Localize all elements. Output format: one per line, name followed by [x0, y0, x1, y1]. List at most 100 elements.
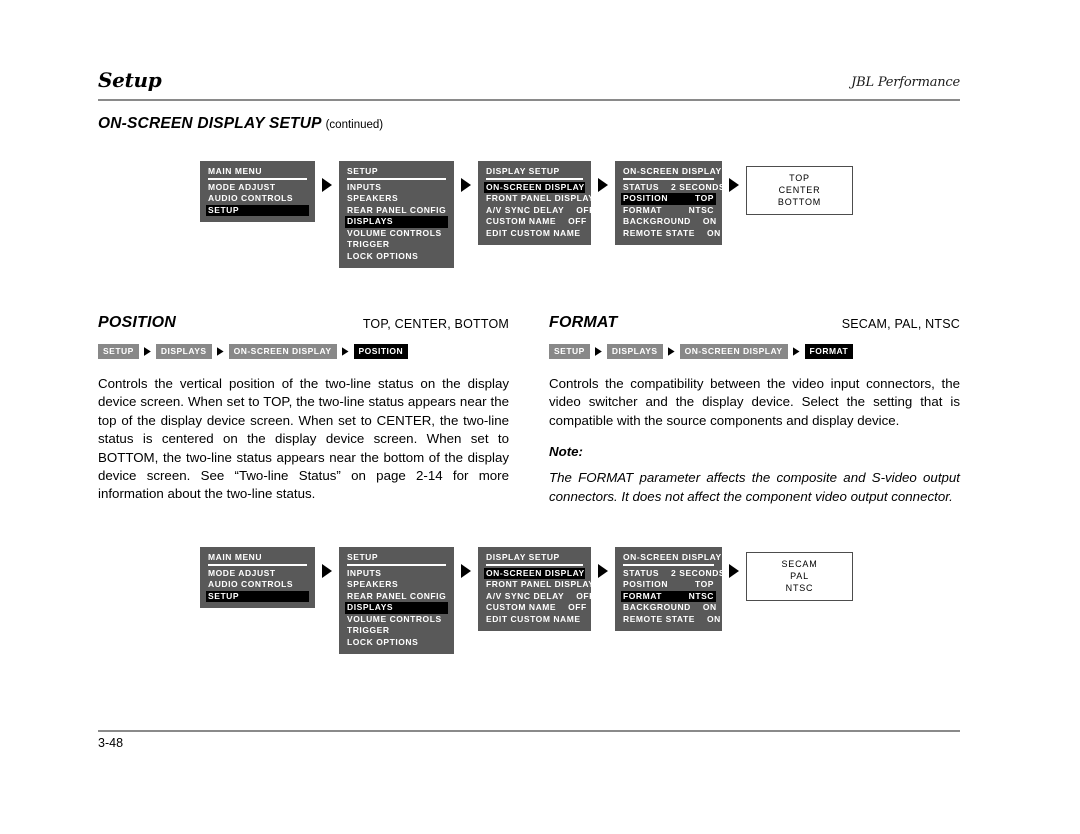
menu-row[interactable]: INPUTS	[345, 568, 448, 580]
menu-row-label: MODE ADJUST	[208, 567, 276, 578]
menu-row-selected[interactable]: FORMAT NTSC	[621, 590, 716, 602]
note-body: The FORMAT parameter affects the composi…	[549, 470, 960, 504]
menu-row[interactable]: REMOTE STATE ON	[621, 228, 720, 240]
menu-row-label: SPEAKERS	[347, 193, 399, 203]
menu-row[interactable]: REAR PANEL CONFIG	[345, 205, 448, 217]
menu-row[interactable]: TRIGGER	[345, 625, 448, 637]
menu-row[interactable]: STATUS 2 SECONDS	[621, 182, 725, 194]
menu-row[interactable]: LOCK OPTIONS	[345, 251, 448, 263]
menu-row[interactable]: VOLUME CONTROLS	[345, 614, 448, 626]
position-description: Controls the vertical position of the tw…	[98, 376, 509, 502]
breadcrumb-arrow-icon	[792, 347, 800, 356]
menu-row-selected[interactable]: DISPLAYS	[345, 216, 448, 228]
menu-row[interactable]: TRIGGER	[345, 239, 448, 251]
menu-title: DISPLAY SETUP	[486, 166, 560, 176]
menu-row-selected[interactable]: SETUP	[206, 590, 309, 602]
menu-row[interactable]: AUDIO CONTROLS	[206, 193, 309, 205]
menu-row[interactable]: LOCK OPTIONS	[345, 637, 448, 649]
format-description: Controls the compatibility between the v…	[549, 376, 960, 428]
menu-row-value: OFF	[568, 216, 587, 226]
flow-arrow-icon	[322, 178, 332, 192]
menu-row[interactable]: MODE ADJUST	[206, 182, 309, 194]
menu-row-label: LOCK OPTIONS	[347, 250, 419, 261]
parameter-name: POSITION	[98, 314, 177, 331]
menu-row[interactable]: A/V SYNC DELAY OFF	[484, 204, 594, 217]
menu-row-selected[interactable]: POSITION TOP	[621, 193, 716, 205]
menu-row[interactable]: AUDIO CONTROLS	[206, 579, 309, 591]
flow-arrow-icon	[461, 178, 471, 192]
position-options-box: TOP CENTER BOTTOM	[746, 166, 853, 215]
breadcrumb-item[interactable]: SETUP	[98, 344, 139, 359]
breadcrumb-item[interactable]: ON-SCREEN DISPLAY	[228, 344, 337, 359]
menu-row[interactable]: EDIT CUSTOM NAME	[484, 228, 585, 240]
menu-row[interactable]: INPUTS	[345, 182, 448, 194]
menu-row-label: FRONT PANEL DISPLAY	[486, 579, 595, 589]
breadcrumb-item[interactable]: DISPLAYS	[606, 344, 663, 359]
menu-row-label: INPUTS	[347, 181, 382, 192]
menu-row[interactable]: STATUS 2 SECONDS	[621, 567, 725, 580]
menu-row[interactable]: REAR PANEL CONFIG	[345, 591, 448, 603]
breadcrumb-item-current[interactable]: POSITION	[353, 344, 409, 359]
menu-row-label: BACKGROUND	[623, 216, 691, 226]
menu-row-label: EDIT CUSTOM NAME	[486, 227, 581, 238]
menu-title: MAIN MENU	[208, 166, 263, 176]
option-line: TOP	[789, 173, 810, 183]
header-divider	[98, 99, 960, 101]
menu-row[interactable]: FRONT PANEL DISPLAY	[484, 579, 594, 591]
breadcrumb-arrow-icon	[667, 347, 675, 356]
menu-setup: SETUP INPUTS SPEAKERS REAR PANEL CONFIG …	[339, 547, 454, 654]
section-heading-text: ON-SCREEN DISPLAY SETUP	[98, 115, 322, 132]
menu-title-divider	[623, 178, 714, 180]
page-number: 3-48	[98, 736, 124, 750]
breadcrumb-item[interactable]: ON-SCREEN DISPLAY	[679, 344, 788, 359]
menu-row-value: ON	[702, 602, 717, 612]
menu-setup: SETUP INPUTS SPEAKERS REAR PANEL CONFIG …	[339, 161, 454, 268]
menu-row-value: 2 SECONDS	[671, 567, 726, 578]
menu-row[interactable]: CUSTOM NAME OFF	[484, 602, 586, 614]
menu-row-value: TOP	[695, 193, 714, 203]
note-label: Note:	[549, 444, 583, 460]
breadcrumb-item[interactable]: DISPLAYS	[155, 344, 212, 359]
menu-row[interactable]: EDIT CUSTOM NAME	[484, 614, 585, 626]
breadcrumb-item-current[interactable]: FORMAT	[804, 344, 854, 359]
menu-row-label: TRIGGER	[347, 239, 390, 249]
menu-row[interactable]: CUSTOM NAME OFF	[484, 216, 587, 228]
menu-row[interactable]: BACKGROUND ON	[621, 602, 716, 614]
menu-row-label: A/V SYNC DELAY	[486, 204, 565, 215]
breadcrumb-arrow-icon	[216, 347, 224, 356]
format-options-box: SECAM PAL NTSC	[746, 552, 853, 601]
menu-row[interactable]: FRONT PANEL DISPLAY	[484, 193, 594, 205]
menu-row-label: POSITION	[623, 193, 669, 203]
menu-title: ON-SCREEN DISPLAY	[623, 552, 722, 562]
menu-row[interactable]: BACKGROUND ON	[621, 216, 716, 228]
option-line: BOTTOM	[777, 197, 822, 207]
menu-row-value: ON	[702, 216, 717, 226]
menu-row[interactable]: A/V SYNC DELAY OFF	[484, 591, 594, 603]
menu-row[interactable]: POSITION TOP	[621, 579, 716, 591]
flow-arrow-icon	[598, 564, 608, 578]
menu-main-menu: MAIN MENU MODE ADJUST AUDIO CONTROLS SET…	[200, 547, 315, 608]
menu-row-selected[interactable]: ON-SCREEN DISPLAY	[484, 567, 585, 579]
menu-row[interactable]: VOLUME CONTROLS	[345, 228, 448, 240]
menu-row-label: STATUS	[623, 567, 660, 578]
breadcrumb-item[interactable]: SETUP	[549, 344, 590, 359]
menu-row[interactable]: FORMAT NTSC	[621, 205, 716, 217]
menu-row[interactable]: MODE ADJUST	[206, 568, 309, 580]
menu-row-selected[interactable]: SETUP	[206, 204, 309, 216]
breadcrumb-arrow-icon	[341, 347, 349, 356]
menu-title-divider	[623, 564, 714, 566]
menu-row-label: CUSTOM NAME	[486, 216, 557, 226]
menu-row-selected[interactable]: DISPLAYS	[345, 602, 448, 614]
menu-row-label: FRONT PANEL DISPLAY	[486, 193, 595, 203]
menu-flow-position: MAIN MENU MODE ADJUST AUDIO CONTROLS SET…	[200, 161, 853, 268]
menu-row[interactable]: SPEAKERS	[345, 579, 448, 591]
menu-row[interactable]: REMOTE STATE ON	[621, 614, 720, 626]
menu-row-selected[interactable]: ON-SCREEN DISPLAY	[484, 181, 585, 193]
menu-row-value: 2 SECONDS	[671, 181, 726, 192]
menu-row[interactable]: SPEAKERS	[345, 193, 448, 205]
menu-title-divider	[347, 178, 446, 180]
position-heading-row: POSITION TOP, CENTER, BOTTOM	[98, 314, 509, 340]
menu-on-screen-display: ON-SCREEN DISPLAY STATUS 2 SECONDS POSITI…	[615, 161, 725, 245]
menu-title: SETUP	[347, 552, 379, 562]
menu-row-value: NTSC	[688, 204, 714, 215]
